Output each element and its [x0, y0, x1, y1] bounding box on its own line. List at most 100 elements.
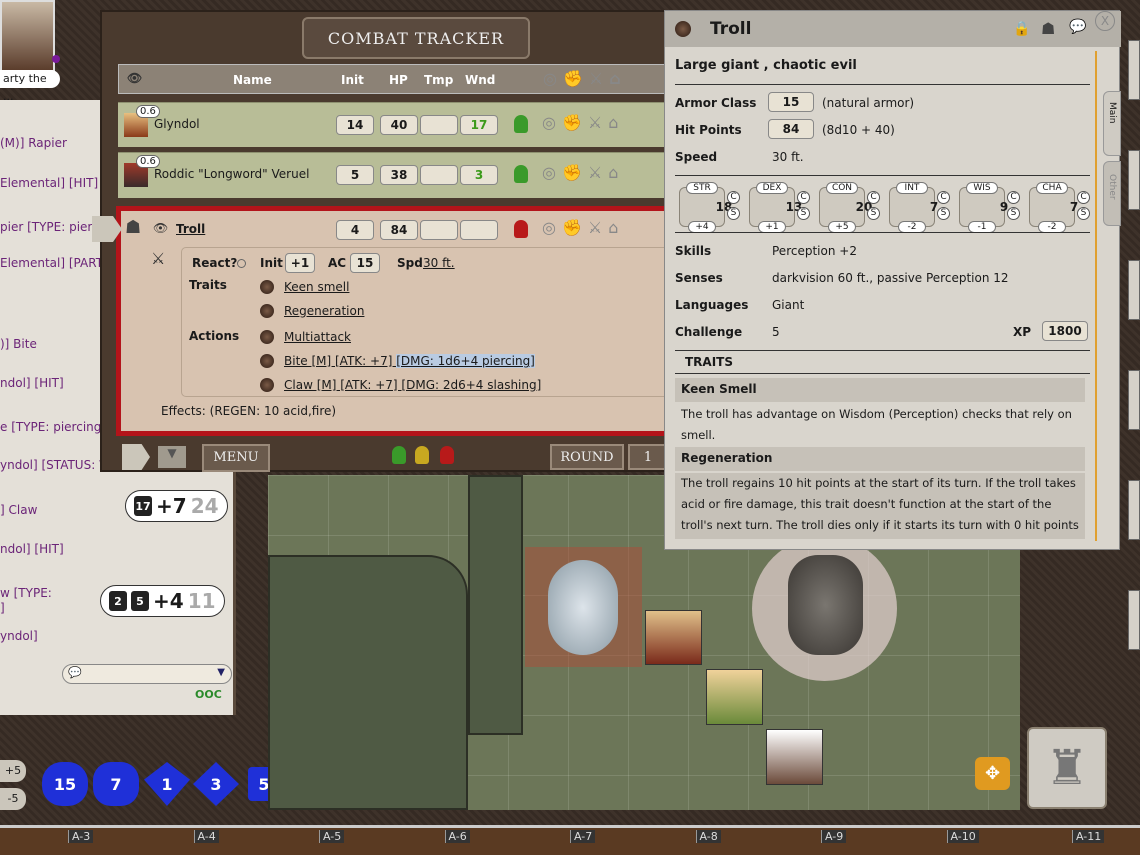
- react-checkbox[interactable]: [237, 259, 246, 268]
- init-bonus-field[interactable]: +1: [285, 253, 315, 273]
- eye-icon[interactable]: 👁: [127, 71, 142, 85]
- chevron-down-icon[interactable]: ▼: [158, 446, 186, 468]
- sword-icon[interactable]: ⚔: [151, 249, 165, 268]
- check-roll-button[interactable]: C: [727, 191, 740, 204]
- sidebar-button[interactable]: [1128, 150, 1140, 210]
- modifier-plus-5-button[interactable]: +5: [0, 760, 26, 782]
- npc-type[interactable]: Large giant , chaotic evil: [675, 58, 857, 73]
- hp-field[interactable]: 84: [380, 220, 418, 240]
- sidebar-button[interactable]: [1128, 260, 1140, 320]
- tracker-row-roddic[interactable]: 0.6 Roddic "Longword" Veruel 5 38 3 ◎✊⚔⌂: [118, 152, 672, 198]
- chat-input[interactable]: 💬 ▼: [62, 664, 232, 684]
- section-toggle-icons[interactable]: ◎✊⚔⌂: [542, 218, 624, 237]
- hp-field[interactable]: 40: [380, 115, 418, 135]
- bite-damage-selected[interactable]: [DMG: 1d6+4 piercing]: [396, 354, 535, 368]
- modifier-minus-5-button[interactable]: -5: [0, 788, 26, 810]
- sidebar-button[interactable]: [1128, 590, 1140, 650]
- check-roll-button[interactable]: C: [937, 191, 950, 204]
- ability-str[interactable]: STR 18 +4: [679, 182, 732, 233]
- trait-keen-smell[interactable]: Keen smell: [284, 280, 349, 294]
- wounds-field[interactable]: 17: [460, 115, 498, 135]
- tab-main[interactable]: Main: [1103, 91, 1121, 156]
- section-toggle-icons[interactable]: ◎✊⚔⌂: [542, 163, 624, 182]
- round-counter[interactable]: 1: [628, 444, 668, 470]
- trait-text[interactable]: The troll has advantage on Wisdom (Perce…: [675, 404, 1085, 446]
- save-roll-button[interactable]: S: [1007, 207, 1020, 220]
- check-roll-button[interactable]: C: [1007, 191, 1020, 204]
- troll-token[interactable]: [788, 555, 863, 655]
- eye-icon[interactable]: 👁: [153, 221, 168, 235]
- action-roll-icon[interactable]: [260, 330, 274, 344]
- ability-cha[interactable]: CHA 7 -2: [1029, 182, 1078, 233]
- trait-text[interactable]: The troll regains 10 hit points at the s…: [675, 473, 1085, 539]
- section-toggle-icons[interactable]: ◎✊⚔⌂: [542, 113, 624, 132]
- ability-dex[interactable]: DEX 13 +1: [749, 182, 802, 233]
- xp-field[interactable]: 1800: [1042, 321, 1088, 341]
- wounds-field[interactable]: [460, 220, 498, 240]
- hp-field[interactable]: 84: [768, 119, 814, 139]
- effects-text[interactable]: Effects: (REGEN: 10 acid,fire): [161, 404, 336, 418]
- tmp-field[interactable]: [420, 220, 458, 240]
- save-roll-button[interactable]: S: [1077, 207, 1090, 220]
- speed-field[interactable]: 30 ft.: [423, 256, 455, 270]
- speech-bubble-icon[interactable]: 💬: [1069, 19, 1086, 35]
- neutral-filter-icon[interactable]: [415, 446, 429, 464]
- roddic-token[interactable]: [706, 669, 763, 725]
- languages-value[interactable]: Giant: [772, 298, 804, 312]
- trait-regeneration[interactable]: Regeneration: [284, 304, 364, 318]
- tmp-field[interactable]: [420, 165, 458, 185]
- npc-token-icon[interactable]: [675, 21, 691, 37]
- tracker-row-glyndol[interactable]: 0.6 Glyndol 14 40 17 ◎✊⚔⌂: [118, 102, 672, 147]
- hp-note[interactable]: (8d10 + 40): [822, 123, 895, 137]
- speed-value[interactable]: 30 ft.: [772, 150, 804, 164]
- ac-field[interactable]: 15: [768, 92, 814, 112]
- save-roll-button[interactable]: S: [797, 207, 810, 220]
- player-portrait[interactable]: [0, 0, 55, 72]
- d12-icon[interactable]: 7: [93, 762, 139, 806]
- check-roll-button[interactable]: C: [797, 191, 810, 204]
- action-roll-icon[interactable]: [260, 354, 274, 368]
- ac-field[interactable]: 15: [350, 253, 380, 273]
- close-icon[interactable]: X: [1095, 11, 1115, 31]
- air-elemental-token[interactable]: [548, 560, 618, 655]
- next-turn-button[interactable]: [122, 444, 150, 470]
- entry-name[interactable]: Troll: [176, 222, 326, 236]
- ability-con[interactable]: CON 20 +5: [819, 182, 872, 233]
- ooc-toggle[interactable]: OOC: [195, 688, 222, 701]
- sidebar-button[interactable]: [1128, 40, 1140, 100]
- section-toggle-icons[interactable]: ◎✊⚔⌂: [543, 69, 627, 88]
- entry-name[interactable]: Glyndol: [154, 117, 200, 131]
- save-roll-button[interactable]: S: [727, 207, 740, 220]
- init-field[interactable]: 14: [336, 115, 374, 135]
- ability-int[interactable]: INT 7 -2: [889, 182, 938, 233]
- trait-name[interactable]: Keen Smell: [675, 378, 1085, 402]
- entry-name[interactable]: Roddic "Longword" Veruel: [154, 167, 309, 181]
- action-claw[interactable]: Claw [M] [ATK: +7] [DMG: 2d6+4 slashing]: [284, 378, 541, 392]
- save-roll-button[interactable]: S: [867, 207, 880, 220]
- sidebar-button[interactable]: [1128, 370, 1140, 430]
- trait-roll-icon[interactable]: [260, 304, 274, 318]
- tmp-field[interactable]: [420, 115, 458, 135]
- action-multiattack[interactable]: Multiattack: [284, 330, 351, 344]
- wounds-field[interactable]: 3: [460, 165, 498, 185]
- map-tool-icon[interactable]: ✥: [975, 757, 1010, 790]
- player-token[interactable]: [766, 729, 823, 785]
- ability-wis[interactable]: WIS 9 -1: [959, 182, 1008, 233]
- npc-name[interactable]: Troll: [710, 19, 751, 39]
- hostile-filter-icon[interactable]: [440, 446, 454, 464]
- check-roll-button[interactable]: C: [1077, 191, 1090, 204]
- init-field[interactable]: 4: [336, 220, 374, 240]
- round-button[interactable]: ROUND: [550, 444, 624, 470]
- sidebar-button[interactable]: [1128, 480, 1140, 540]
- action-bite[interactable]: Bite [M] [ATK: +7] [DMG: 1d6+4 piercing]: [284, 354, 535, 368]
- skills-value[interactable]: Perception +2: [772, 244, 857, 258]
- save-roll-button[interactable]: S: [937, 207, 950, 220]
- friendly-filter-icon[interactable]: [392, 446, 406, 464]
- ac-note[interactable]: (natural armor): [822, 96, 914, 110]
- tower-icon[interactable]: ♜: [1027, 727, 1107, 809]
- action-roll-icon[interactable]: [260, 378, 274, 392]
- trait-roll-icon[interactable]: [260, 280, 274, 294]
- chevron-down-icon[interactable]: ▼: [217, 667, 225, 678]
- menu-button[interactable]: MENU: [202, 444, 270, 472]
- trait-name[interactable]: Regeneration: [675, 447, 1085, 471]
